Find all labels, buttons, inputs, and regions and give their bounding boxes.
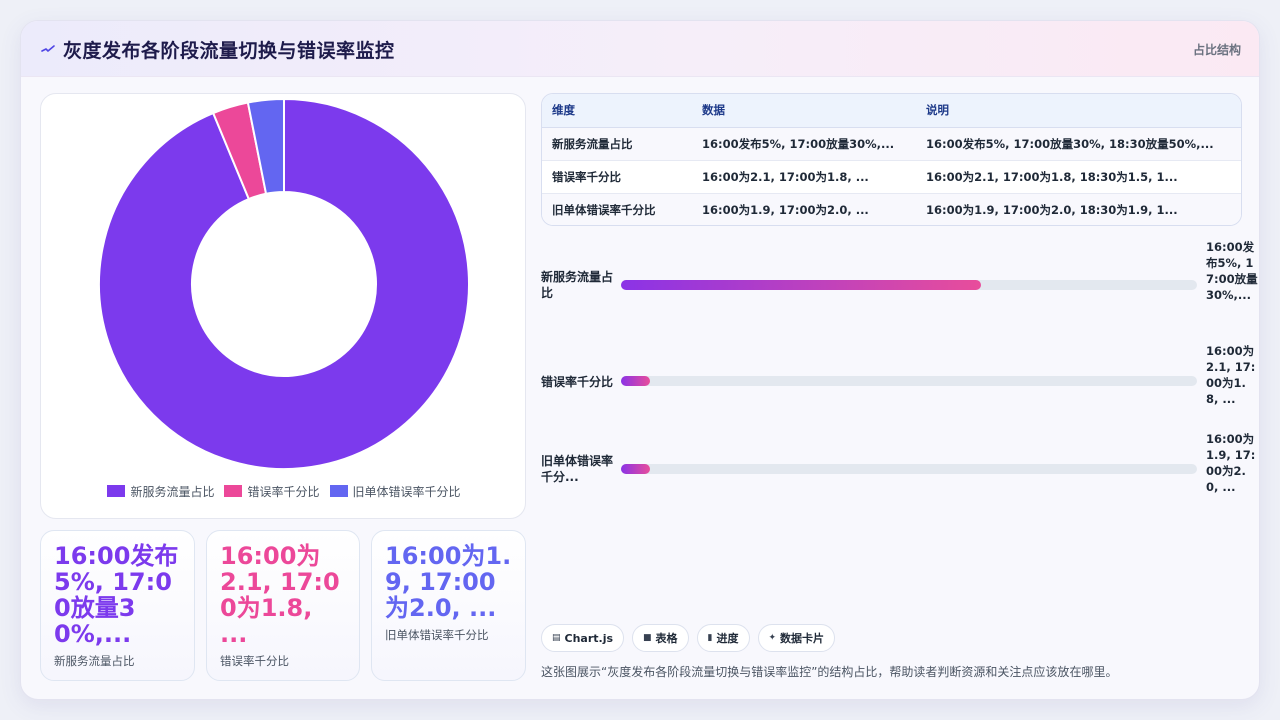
chart-icon: ▤ — [552, 633, 561, 643]
table-cell: 错误率千分比 — [542, 160, 692, 194]
stat-label: 新服务流量占比 — [54, 654, 135, 668]
column-header: 说明 — [916, 94, 1241, 128]
legend-swatch — [224, 485, 243, 497]
feature-chips: ▤ Chart.js ■ 表格 ▮ 进度 ✦ 数据卡片 — [541, 624, 836, 652]
data-table: 维度 数据 说明 新服务流量占比 16:00发布5%, 17:00放量30%,.… — [541, 93, 1242, 226]
legend-label: 旧单体错误率千分比 — [352, 484, 461, 499]
table-row: 旧单体错误率千分比 16:00为1.9, 17:00为2.0, ... 16:0… — [542, 193, 1241, 225]
table-cell: 旧单体错误率千分比 — [542, 193, 692, 225]
progress-track — [621, 280, 1197, 290]
column-header: 数据 — [692, 94, 916, 128]
table-row: 新服务流量占比 16:00发布5%, 17:00放量30%,... 16:00发… — [542, 127, 1241, 161]
chip-label: 数据卡片 — [780, 632, 825, 645]
table-header-row: 维度 数据 说明 — [542, 94, 1241, 128]
chip-data-cards[interactable]: ✦ 数据卡片 — [757, 624, 836, 652]
page-title: 灰度发布各阶段流量切换与错误率监控 — [63, 40, 395, 62]
dashboard-card: 灰度发布各阶段流量切换与错误率监控 占比结构 新服务流量占比 错误率千分比 旧单… — [20, 20, 1260, 700]
progress-fill — [621, 464, 650, 474]
table-cell: 16:00为2.1, 17:00为1.8, 18:30为1.5, 1... — [916, 160, 1241, 194]
chip-label: 表格 — [655, 632, 678, 645]
stat-value: 16:00为2.1, 17:00为1.8, ... — [220, 542, 340, 648]
chip-label: Chart.js — [564, 631, 614, 645]
progress-value: 16:00发布5%, 17:00放量30%,... — [1206, 240, 1258, 302]
progress-fill — [621, 280, 981, 290]
chart-legend: 新服务流量占比 错误率千分比 旧单体错误率千分比 — [41, 482, 527, 500]
table-cell: 16:00为1.9, 17:00为2.0, 18:30为1.9, 1... — [916, 193, 1241, 225]
chip-progress[interactable]: ▮ 进度 — [696, 624, 750, 652]
chip-label: 进度 — [716, 632, 739, 645]
progress-track — [621, 376, 1197, 386]
table-cell: 16:00为1.9, 17:00为2.0, ... — [692, 193, 916, 225]
chip-table[interactable]: ■ 表格 — [632, 624, 689, 652]
stat-label: 错误率千分比 — [220, 654, 289, 668]
table-cell: 16:00发布5%, 17:00放量30%,... — [692, 127, 916, 161]
progress-label: 新服务流量占比 — [541, 270, 614, 300]
legend-label: 新服务流量占比 — [130, 484, 215, 499]
progress-label: 旧单体错误率千分... — [541, 454, 614, 484]
pulse-icon — [41, 45, 55, 52]
stat-value: 16:00为1.9, 17:00为2.0, ... — [385, 542, 512, 622]
stat-card-new-traffic: 16:00发布5%, 17:00放量30%,... 新服务流量占比 — [40, 530, 195, 681]
view-tag[interactable]: 占比结构 — [1193, 41, 1241, 58]
doughnut-chart-panel: 新服务流量占比 错误率千分比 旧单体错误率千分比 — [40, 93, 526, 519]
progress-row-new-traffic: 新服务流量占比 16:00发布5%, 17:00放量30%,... — [541, 239, 1259, 335]
doughnut-chart — [98, 97, 470, 470]
legend-item-legacy-error-rate[interactable]: 旧单体错误率千分比 — [329, 482, 461, 500]
sparkle-icon: ✦ — [768, 633, 777, 643]
table-cell: 新服务流量占比 — [542, 127, 692, 161]
column-header: 维度 — [542, 94, 692, 128]
legend-swatch — [329, 485, 348, 497]
legend-item-error-rate[interactable]: 错误率千分比 — [224, 482, 320, 500]
progress-row-error-rate: 错误率千分比 16:00为2.1, 17:00为1.8, ... — [541, 343, 1259, 423]
chip-chartjs[interactable]: ▤ Chart.js — [541, 624, 625, 652]
table-row: 错误率千分比 16:00为2.1, 17:00为1.8, ... 16:00为2… — [542, 160, 1241, 194]
table-icon: ■ — [643, 633, 652, 643]
progress-value: 16:00为1.9, 17:00为2.0, ... — [1206, 432, 1256, 494]
legend-swatch — [107, 485, 126, 497]
stat-card-error-rate: 16:00为2.1, 17:00为1.8, ... 错误率千分比 — [206, 530, 360, 681]
folder-icon: ▮ — [707, 633, 713, 643]
table-cell: 16:00为2.1, 17:00为1.8, ... — [692, 160, 916, 194]
stat-label: 旧单体错误率千分比 — [385, 628, 489, 642]
progress-value: 16:00为2.1, 17:00为1.8, ... — [1206, 344, 1256, 406]
legend-item-new-traffic[interactable]: 新服务流量占比 — [107, 482, 214, 500]
progress-label: 错误率千分比 — [541, 375, 614, 389]
stat-value: 16:00发布5%, 17:00放量30%,... — [54, 542, 179, 648]
legend-label: 错误率千分比 — [247, 484, 320, 499]
table-cell: 16:00发布5%, 17:00放量30%, 18:30放量50%,... — [916, 127, 1241, 161]
progress-track — [621, 464, 1197, 474]
header: 灰度发布各阶段流量切换与错误率监控 占比结构 — [21, 21, 1259, 77]
progress-fill — [621, 376, 650, 386]
progress-row-legacy-error-rate: 旧单体错误率千分... 16:00为1.9, 17:00为2.0, ... — [541, 431, 1259, 511]
chart-description: 这张图展示“灰度发布各阶段流量切换与错误率监控”的结构占比，帮助读者判断资源和关… — [541, 665, 1118, 679]
stat-card-legacy-error-rate: 16:00为1.9, 17:00为2.0, ... 旧单体错误率千分比 — [371, 530, 526, 681]
